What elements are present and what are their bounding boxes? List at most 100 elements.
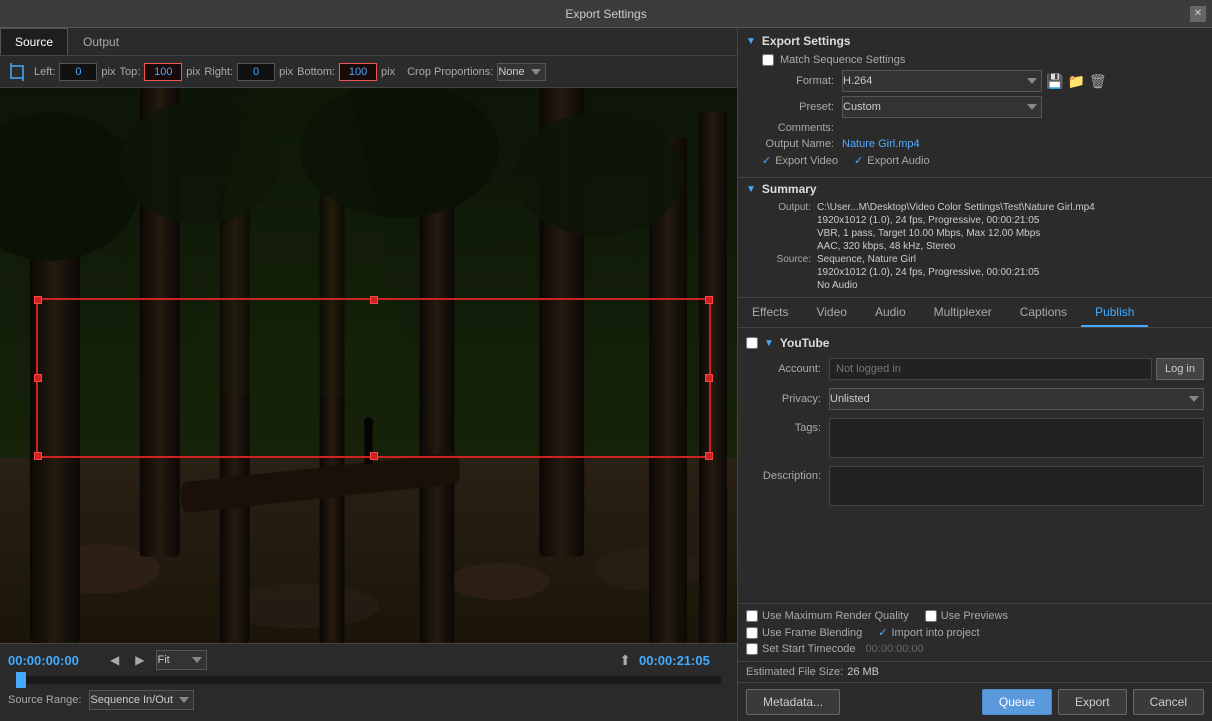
crop-bottom-input[interactable]: [339, 63, 377, 81]
options-row-1: Use Maximum Render Quality Use Previews: [746, 610, 1204, 622]
youtube-title: YouTube: [780, 336, 830, 350]
format-folder-icon[interactable]: 📁: [1067, 73, 1084, 90]
summary-output-path: C:\User...M\Desktop\Video Color Settings…: [817, 202, 1204, 213]
preset-select[interactable]: Custom Match Source High Bitrate: [842, 96, 1042, 118]
output-name-row: Output Name: Nature Girl.mp4: [746, 138, 1204, 150]
crop-left-input[interactable]: [59, 63, 97, 81]
export-audio-item: ✓ Export Audio: [854, 154, 930, 167]
tags-label: Tags:: [754, 418, 829, 434]
tab-audio[interactable]: Audio: [861, 298, 920, 327]
format-label: Format:: [762, 75, 842, 87]
max-render-option: Use Maximum Render Quality: [746, 610, 909, 622]
timeline-area: 00:00:00:00 ◀ ▶ Fit 25% 50% 100% ⬆ 00:00…: [0, 643, 737, 721]
account-label: Account:: [754, 363, 829, 375]
main-container: Source Output Left: pix Top: pix Right: …: [0, 28, 1212, 721]
proportions-select[interactable]: None: [497, 63, 546, 81]
match-sequence-row: Match Sequence Settings: [746, 54, 1204, 66]
bottom-label: Bottom:: [297, 66, 335, 78]
source-range-label: Source Range:: [8, 694, 81, 706]
crop-icon: [8, 63, 26, 81]
description-textarea[interactable]: [829, 466, 1204, 506]
export-settings-section: ▼ Export Settings Match Sequence Setting…: [738, 28, 1212, 178]
summary-content: Output: C:\User...M\Desktop\Video Color …: [746, 202, 1204, 291]
summary-toggle[interactable]: ▼: [746, 184, 756, 195]
description-label: Description:: [754, 466, 829, 482]
comments-row: Comments:: [746, 122, 1204, 134]
youtube-checkbox[interactable]: [746, 337, 758, 349]
export-checks-row: ✓ Export Video ✓ Export Audio: [746, 154, 1204, 167]
output-name-label: Output Name:: [762, 138, 842, 150]
max-render-checkbox[interactable]: [746, 610, 758, 622]
left-pix: pix: [101, 66, 115, 78]
format-delete-icon[interactable]: 🗑: [1089, 73, 1107, 90]
right-panel: ▼ Export Settings Match Sequence Setting…: [738, 28, 1212, 721]
use-previews-option: Use Previews: [925, 610, 1008, 622]
privacy-row: Privacy: Unlisted Public Private: [746, 388, 1204, 410]
fit-select[interactable]: Fit 25% 50% 100%: [156, 650, 207, 670]
tab-source[interactable]: Source: [0, 28, 68, 55]
tab-effects[interactable]: Effects: [738, 298, 802, 327]
timeline-playhead[interactable]: [16, 672, 26, 688]
next-frame-button[interactable]: ▶: [131, 651, 148, 669]
tab-publish[interactable]: Publish: [1081, 298, 1148, 327]
crop-right-input[interactable]: [237, 63, 275, 81]
export-video-item: ✓ Export Video: [762, 154, 838, 167]
tab-captions[interactable]: Captions: [1006, 298, 1081, 327]
timeline-source-row: Source Range: Sequence In/Out Entire Seq…: [0, 688, 737, 716]
format-select[interactable]: H.264 H.265 ProRes: [842, 70, 1042, 92]
start-timecode-checkbox[interactable]: [746, 643, 758, 655]
filesize-label: Estimated File Size:: [746, 666, 843, 678]
left-label: Left:: [34, 66, 55, 78]
crop-bar: Left: pix Top: pix Right: pix Bottom: pi…: [0, 56, 737, 88]
export-settings-header: ▼ Export Settings: [746, 34, 1204, 48]
forest-overlay: [0, 88, 737, 643]
preset-row: Preset: Custom Match Source High Bitrate: [746, 96, 1204, 118]
summary-output-detail3: AAC, 320 kbps, 48 kHz, Stereo: [762, 241, 1204, 252]
cancel-button[interactable]: Cancel: [1133, 689, 1204, 715]
close-button[interactable]: ✕: [1190, 6, 1206, 22]
export-settings-toggle[interactable]: ▼: [746, 36, 756, 47]
tab-video[interactable]: Video: [802, 298, 860, 327]
login-button[interactable]: Log in: [1156, 358, 1204, 380]
format-row: Format: H.264 H.265 ProRes 💾 📁 🗑: [746, 70, 1204, 92]
start-timecode-label: Set Start Timecode: [762, 643, 856, 655]
timeline-scrubber[interactable]: [16, 676, 721, 684]
match-sequence-label: Match Sequence Settings: [780, 54, 905, 66]
comments-label: Comments:: [762, 122, 842, 134]
start-timecode-value: 00:00:00:00: [866, 643, 924, 655]
summary-output-row: Output: C:\User...M\Desktop\Video Color …: [762, 202, 1204, 213]
import-project-option: ✓ Import into project: [878, 626, 979, 639]
video-frame: [0, 88, 737, 643]
tab-output[interactable]: Output: [68, 28, 134, 55]
import-icon[interactable]: ⬆: [619, 652, 631, 669]
tags-textarea[interactable]: [829, 418, 1204, 458]
use-previews-label: Use Previews: [941, 610, 1008, 622]
summary-source-row: Source: Sequence, Nature Girl: [762, 254, 1204, 265]
export-button[interactable]: Export: [1058, 689, 1127, 715]
privacy-select[interactable]: Unlisted Public Private: [829, 388, 1204, 410]
description-row: Description:: [746, 466, 1204, 506]
start-timecode-option: Set Start Timecode 00:00:00:00: [746, 643, 924, 655]
frame-blending-checkbox[interactable]: [746, 627, 758, 639]
source-range-select[interactable]: Sequence In/Out Entire Sequence Work Are…: [89, 690, 194, 710]
proportions-label: Crop Proportions:: [407, 66, 493, 78]
preset-label: Preset:: [762, 101, 842, 113]
summary-source-detail2: 1920x1012 (1.0), 24 fps, Progressive, 00…: [762, 267, 1204, 278]
match-sequence-checkbox[interactable]: [762, 54, 774, 66]
left-panel: Source Output Left: pix Top: pix Right: …: [0, 28, 738, 721]
output-name-link[interactable]: Nature Girl.mp4: [842, 138, 920, 150]
account-input[interactable]: [829, 358, 1152, 380]
prev-frame-button[interactable]: ◀: [106, 651, 123, 669]
tab-multiplexer[interactable]: Multiplexer: [920, 298, 1006, 327]
format-save-icon[interactable]: 💾: [1046, 73, 1063, 90]
metadata-button[interactable]: Metadata...: [746, 689, 840, 715]
publish-section: ▼ YouTube Account: Log in Privacy: Unlis…: [738, 328, 1212, 603]
use-previews-checkbox[interactable]: [925, 610, 937, 622]
youtube-toggle[interactable]: ▼: [764, 338, 774, 349]
account-row: Account: Log in: [746, 358, 1204, 380]
title-bar: Export Settings ✕: [0, 0, 1212, 28]
queue-button[interactable]: Queue: [982, 689, 1052, 715]
summary-title: Summary: [762, 182, 817, 196]
crop-top-input[interactable]: [144, 63, 182, 81]
bottom-options: Use Maximum Render Quality Use Previews …: [738, 603, 1212, 661]
